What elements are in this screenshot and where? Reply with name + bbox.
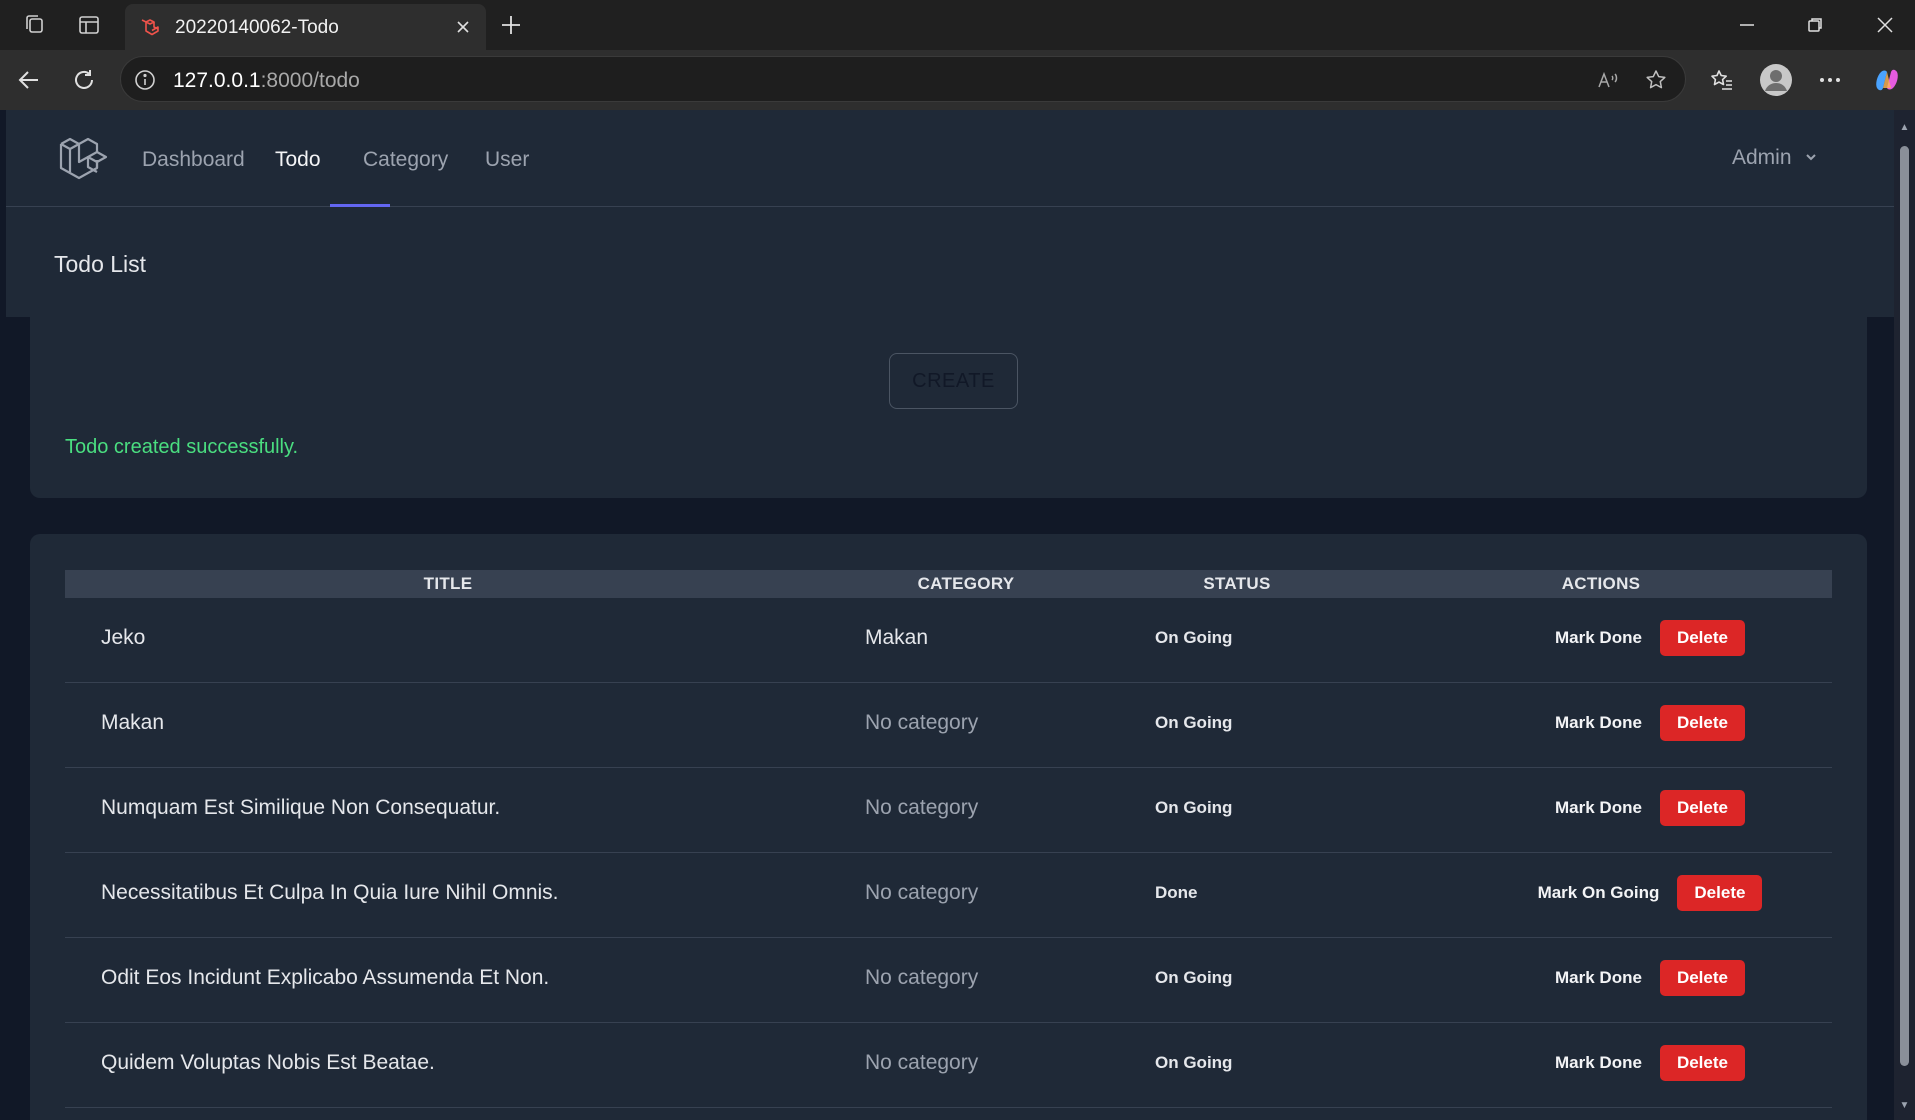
mark-ongoing-button[interactable]: Mark On Going [1538,883,1660,903]
scrollbar-thumb[interactable] [1900,146,1909,1066]
nav-link-todo[interactable]: Todo [275,148,321,172]
page-title: Todo List [54,251,147,277]
todo-status: Done [1155,883,1198,902]
top-navigation: Dashboard Todo Category User Admin [6,110,1894,207]
mark-done-button[interactable]: Mark Done [1555,1053,1642,1073]
row-actions: Mark Done Delete [1483,620,1817,656]
scroll-up-icon[interactable]: ▲ [1899,122,1910,133]
table-row: Necessitatibus Et Culpa In Quia Iure Nih… [65,853,1832,938]
mark-done-button[interactable]: Mark Done [1555,798,1642,818]
browser-tab[interactable]: 20220140062-Todo [125,4,486,50]
url-text: 127.0.0.1:8000/todo [173,69,360,93]
mark-done-button[interactable]: Mark Done [1555,968,1642,988]
delete-button[interactable]: Delete [1659,1045,1745,1081]
table-row: Makan No category On Going Mark Done Del… [65,683,1832,768]
browser-toolbar: 127.0.0.1:8000/todo [0,50,1915,110]
favorites-icon[interactable] [1708,66,1736,94]
column-header-title: TITLE [423,574,473,593]
column-header-actions: ACTIONS [1561,574,1641,593]
todo-category: No category [865,711,979,734]
todo-category: Makan [865,626,929,649]
reload-icon[interactable] [70,66,98,94]
mark-done-button[interactable]: Mark Done [1555,713,1642,733]
todo-status: On Going [1155,798,1233,817]
page-viewport: Dashboard Todo Category User Admin Todo … [6,110,1894,1120]
page-scrollbar[interactable]: ▲ ▼ [1894,110,1915,1120]
chevron-down-icon [1804,146,1818,170]
mark-done-button[interactable]: Mark Done [1555,628,1642,648]
nav-link-user[interactable]: User [485,148,529,172]
nav-link-category[interactable]: Category [363,148,448,172]
address-bar[interactable]: 127.0.0.1:8000/todo [120,56,1686,102]
back-icon[interactable] [15,66,43,94]
profile-avatar-icon[interactable] [1759,63,1793,97]
nav-link-dashboard[interactable]: Dashboard [142,148,245,172]
url-path: :8000/todo [260,69,360,92]
table-row: Odit Eos Incidunt Explicabo Assumenda Et… [65,938,1832,1023]
todo-category: No category [865,1051,979,1074]
todo-title: Necessitatibus Et Culpa In Quia Iure Nih… [101,881,559,904]
column-header-status: STATUS [1203,574,1271,593]
todo-status: On Going [1155,968,1233,987]
page-header: Todo List [6,207,1894,317]
close-window-icon[interactable] [1872,12,1898,38]
table-header: TITLE CATEGORY STATUS ACTIONS [65,570,1832,598]
delete-button[interactable]: Delete [1659,620,1745,656]
laravel-favicon-icon [139,15,163,39]
laravel-logo-icon[interactable] [56,134,108,186]
column-header-category: CATEGORY [917,574,1015,593]
todo-category: No category [865,796,979,819]
row-actions: Mark Done Delete [1483,705,1817,741]
copilot-icon[interactable] [1870,63,1904,97]
row-actions: Mark Done Delete [1483,1045,1817,1081]
todo-status: On Going [1155,628,1233,647]
user-name: Admin [1732,146,1792,169]
create-button[interactable]: CREATE [889,353,1018,409]
minimize-icon[interactable] [1734,12,1760,38]
close-tab-icon[interactable] [452,16,474,38]
site-info-icon[interactable] [133,68,157,92]
delete-button[interactable]: Delete [1677,875,1763,911]
delete-button[interactable]: Delete [1659,790,1745,826]
create-card: CREATE Todo created successfully. [30,317,1867,498]
browser-tab-bar: 20220140062-Todo [0,0,1915,50]
url-host: 127.0.0.1 [173,69,261,92]
row-actions: Mark On Going Delete [1483,875,1817,911]
restore-icon[interactable] [1802,12,1828,38]
delete-button[interactable]: Delete [1659,705,1745,741]
scroll-down-icon[interactable]: ▼ [1899,1100,1910,1111]
todo-table-card: TITLE CATEGORY STATUS ACTIONS Jeko Makan… [30,534,1867,1120]
row-actions: Mark Done Delete [1483,960,1817,996]
new-tab-icon[interactable] [498,12,524,38]
success-message: Todo created successfully. [65,436,299,458]
row-actions: Mark Done Delete [1483,790,1817,826]
tab-title: 20220140062-Todo [175,17,339,38]
delete-button[interactable]: Delete [1659,960,1745,996]
todo-status: On Going [1155,713,1233,732]
table-row: Quidem Voluptas Nobis Est Beatae. No cat… [65,1023,1832,1108]
user-dropdown[interactable]: Admin [1732,146,1818,170]
todo-title: Numquam Est Similique Non Consequatur. [101,796,501,819]
todo-title: Odit Eos Incidunt Explicabo Assumenda Et… [101,966,550,989]
tab-actions-icon[interactable] [76,12,102,38]
favorite-star-icon[interactable] [1643,67,1669,93]
todo-status: On Going [1155,1053,1233,1072]
todo-category: No category [865,966,979,989]
more-options-icon[interactable] [1816,66,1844,94]
todo-category: No category [865,881,979,904]
todo-title: Makan [101,711,165,734]
todo-title: Jeko [101,626,146,649]
workspaces-icon[interactable] [22,12,48,38]
table-row: Numquam Est Similique Non Consequatur. N… [65,768,1832,853]
read-aloud-icon[interactable] [1595,67,1621,93]
table-row: Jeko Makan On Going Mark Done Delete [65,598,1832,683]
todo-title: Quidem Voluptas Nobis Est Beatae. [101,1051,435,1074]
